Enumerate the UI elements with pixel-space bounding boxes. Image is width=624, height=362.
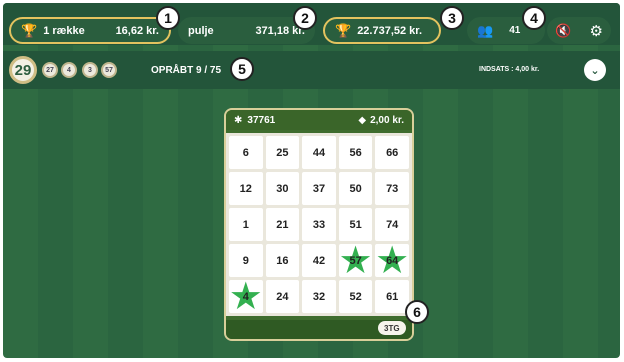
recent-ball: 27 (42, 62, 58, 78)
recent-ball: 57 (101, 62, 117, 78)
cell-number: 56 (349, 146, 362, 159)
users-icon: 👥 (477, 22, 494, 38)
cell-number: 25 (276, 146, 289, 159)
ticket-cell[interactable]: 25 (265, 136, 300, 169)
ticket-price: 2,00 kr. (370, 114, 404, 126)
ticket-icon: ✱ (234, 114, 243, 126)
recent-ball: 4 (61, 62, 77, 78)
trophy-icon: 🏆 (21, 22, 38, 38)
cell-number: 73 (386, 182, 399, 195)
cell-number: 12 (239, 182, 252, 195)
ticket-cell[interactable]: 52 (338, 280, 373, 313)
jackpot-pill: 🏆 22.737,52 kr. (323, 17, 441, 44)
cell-number: 51 (349, 218, 362, 231)
ticket-cell[interactable]: 24 (265, 280, 300, 313)
cell-number: 66 (386, 146, 399, 159)
recent-ball: 3 (82, 62, 98, 78)
current-ball: 29 (9, 56, 37, 84)
ticket-id: 37761 (247, 114, 276, 126)
callout-badge: 4 (522, 6, 546, 30)
cell-number: 4 (242, 290, 249, 303)
cell-number: 1 (242, 218, 249, 231)
ticket-cell[interactable]: 73 (375, 172, 409, 205)
cell-number: 32 (312, 290, 326, 303)
cell-number: 21 (276, 218, 289, 231)
ticket-cell[interactable]: 30 (265, 172, 300, 205)
callout-badge: 2 (293, 6, 317, 30)
rows-label: 1 række (43, 24, 85, 37)
ticket-cell[interactable]: 21 (265, 208, 300, 241)
players-count: 41 (509, 25, 521, 36)
cell-number: 33 (312, 218, 326, 231)
rows-prize-pill: 🏆 1 række 16,62 kr. (9, 17, 171, 44)
ticket-cell[interactable]: 37 (302, 172, 336, 205)
ticket-cell[interactable]: 66 (375, 136, 409, 169)
called-count: OPRÅBT 9 / 75 (151, 65, 222, 76)
callout-badge: 3 (440, 6, 464, 30)
ticket-cell[interactable]: 16 (265, 244, 300, 277)
ticket-cell[interactable]: 50 (338, 172, 373, 205)
callout-badge: 6 (405, 300, 429, 324)
ticket-cell[interactable]: 32 (302, 280, 336, 313)
called-bar: 29 27 4 3 57 OPRÅBT 9 / 75 INDSATS : 4,0… (3, 51, 620, 89)
price-tag-icon: ◆ (358, 114, 367, 126)
cell-number: 50 (349, 182, 362, 195)
rows-value: 16,62 kr. (115, 24, 159, 37)
cell-number: 24 (276, 290, 289, 303)
cell-number: 37 (312, 182, 326, 195)
ticket-cell[interactable]: 44 (302, 136, 336, 169)
cell-number: 9 (242, 254, 249, 267)
ticket-cell[interactable]: 1 (229, 208, 263, 241)
mute-icon[interactable]: 🔇 (555, 23, 571, 39)
cell-number: 44 (312, 146, 326, 159)
ticket-cell[interactable]: 9 (229, 244, 263, 277)
cell-number: 42 (312, 254, 326, 267)
ticket-cell[interactable]: 42 (302, 244, 336, 277)
jackpot-value: 22.737,52 kr. (357, 24, 423, 37)
cell-number: 6 (242, 146, 249, 159)
pot-label: pulje (188, 24, 214, 37)
cell-number: 61 (386, 290, 399, 303)
ticket-cell[interactable]: 74 (375, 208, 409, 241)
game-stage: 🏆 1 række 16,62 kr. pulje 371,18 kr. 🏆 2… (3, 3, 620, 358)
ticket-cell[interactable]: ★ 64 (375, 242, 409, 280)
cell-number: 57 (349, 254, 362, 267)
stake-label: INDSATS : 4,00 kr. (479, 66, 540, 73)
cell-number: 30 (276, 182, 289, 195)
ticket-cell[interactable]: 12 (229, 172, 263, 205)
ticket-cell[interactable]: 6 (229, 136, 263, 169)
ticket-tag: 3TG (378, 321, 406, 335)
cell-number: 64 (386, 254, 399, 267)
ticket-cell[interactable]: 56 (338, 136, 373, 169)
gear-icon[interactable]: ⚙ (590, 22, 603, 40)
cell-number: 52 (349, 290, 362, 303)
ticket-cell[interactable]: 51 (338, 208, 373, 241)
callout-badge: 1 (156, 6, 180, 30)
ticket-cell[interactable]: ★ 57 (339, 242, 373, 280)
bingo-ticket[interactable]: ✱ 37761 ◆ 2,00 kr. 6 25 44 56 66 12 30 37 50 73 1 2… (224, 108, 414, 341)
ticket-grid: 6 25 44 56 66 12 30 37 50 73 1 21 33 51 74 9 16 42 ★ 57 ★ 64 ★… (226, 133, 412, 316)
ticket-cell[interactable]: 33 (302, 208, 336, 241)
chevron-down-icon[interactable]: ⌄ (584, 59, 606, 81)
cell-number: 16 (276, 254, 289, 267)
ticket-cell[interactable]: 61 (375, 280, 409, 313)
ticket-header: ✱ 37761 ◆ 2,00 kr. (226, 110, 412, 130)
cell-number: 74 (386, 218, 399, 231)
trophy-icon: 🏆 (335, 22, 352, 38)
ticket-cell[interactable]: ★ 4 (229, 278, 263, 316)
callout-badge: 5 (230, 57, 254, 81)
controls-pill: 🔇 ⚙ (547, 17, 611, 44)
